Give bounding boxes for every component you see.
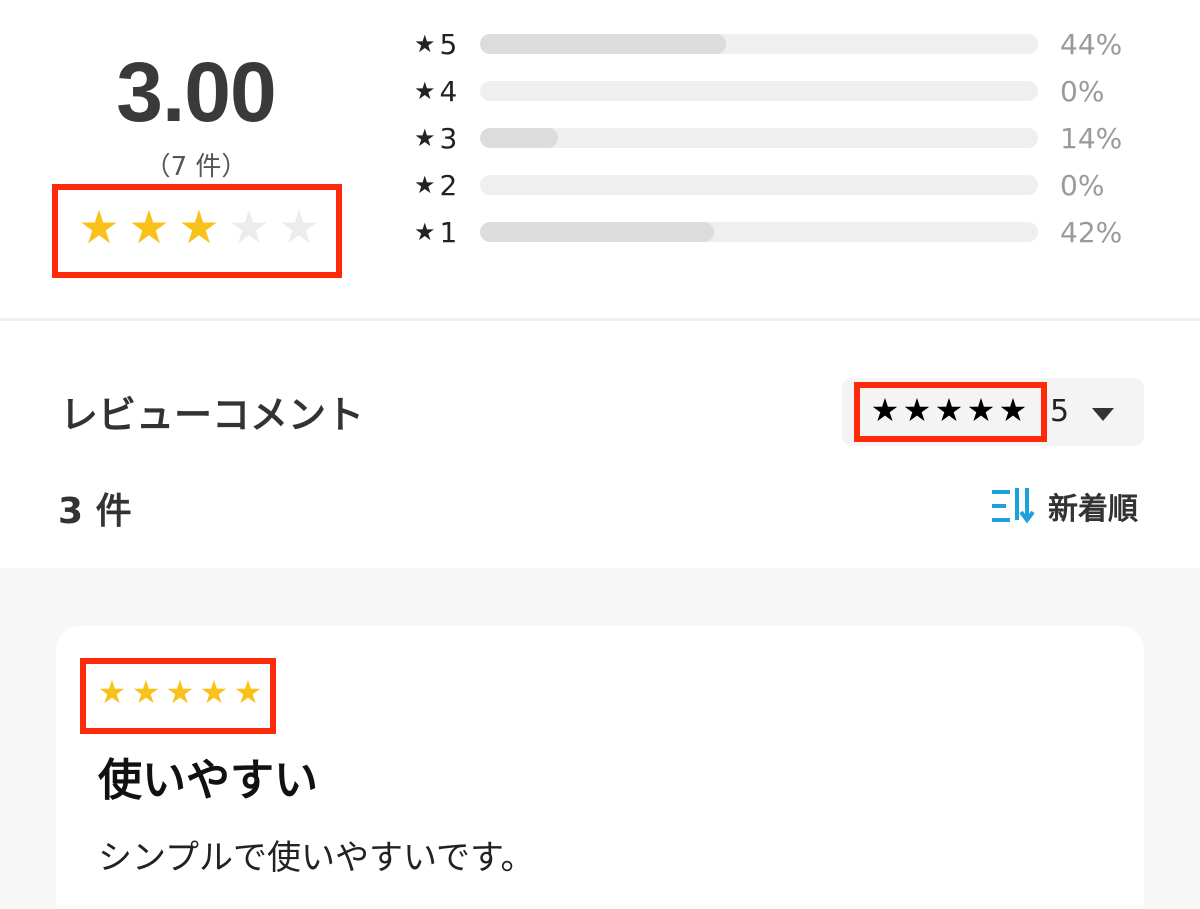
distribution-row: ★ 3 14%	[414, 118, 1154, 158]
distribution-row: ★ 4 0%	[414, 71, 1154, 111]
chevron-down-icon[interactable]	[1092, 408, 1114, 421]
star-icon: ★	[414, 30, 436, 58]
distribution-bar	[480, 222, 1038, 242]
review-body: シンプルで使いやすいです。	[98, 838, 535, 878]
reviews-heading: レビューコメント	[60, 393, 365, 437]
star-icon: ★	[165, 673, 195, 711]
distribution-star-number: 4	[439, 74, 458, 108]
star-icon: ★	[414, 77, 436, 105]
distribution-star-number: 3	[439, 121, 458, 155]
star-icon: ★	[870, 391, 900, 429]
distribution-bar-fill	[480, 222, 715, 242]
star-icon: ★	[228, 200, 270, 254]
distribution-label: ★ 5	[414, 28, 478, 61]
star-icon: ★	[199, 673, 229, 711]
average-rating: 3.00	[116, 45, 277, 139]
star-icon: ★	[414, 124, 436, 152]
distribution-bar	[480, 34, 1038, 54]
distribution-label: ★ 1	[414, 216, 478, 249]
filter-stars: ★ ★ ★ ★ ★	[870, 394, 1028, 426]
star-icon: ★	[998, 391, 1028, 429]
distribution-percent: 0%	[1060, 74, 1105, 108]
star-icon: ★	[414, 171, 436, 199]
star-icon: ★	[278, 200, 320, 254]
distribution-row: ★ 5 44%	[414, 24, 1154, 64]
average-star-rating: ★ ★ ★ ★ ★	[76, 204, 322, 250]
rating-count: （7 件）	[144, 152, 248, 182]
distribution-star-number: 2	[439, 168, 458, 202]
distribution-bar-fill	[480, 34, 726, 54]
distribution-percent: 0%	[1060, 168, 1105, 202]
distribution-row: ★ 1 42%	[414, 212, 1154, 252]
star-icon: ★	[178, 200, 220, 254]
distribution-percent: 14%	[1060, 121, 1123, 155]
distribution-row: ★ 2 0%	[414, 165, 1154, 205]
star-icon: ★	[233, 673, 263, 711]
distribution-bar	[480, 81, 1038, 101]
distribution-label: ★ 3	[414, 122, 478, 155]
review-star-rating: ★ ★ ★ ★ ★	[96, 676, 264, 708]
star-icon: ★	[902, 391, 932, 429]
star-icon: ★	[414, 218, 436, 246]
sort-label: 新着順	[1048, 492, 1138, 527]
distribution-label: ★ 4	[414, 75, 478, 108]
distribution-percent: 44%	[1060, 27, 1123, 61]
star-icon: ★	[131, 673, 161, 711]
distribution-bar-fill	[480, 128, 559, 148]
sort-button[interactable]: 新着順	[990, 484, 1138, 528]
filter-value: 5	[1050, 394, 1070, 429]
review-title: 使いやすい	[98, 755, 318, 806]
distribution-percent: 42%	[1060, 215, 1123, 249]
section-divider	[0, 318, 1200, 321]
sort-descending-icon	[990, 486, 1036, 526]
star-icon: ★	[966, 391, 996, 429]
distribution-bar	[480, 175, 1038, 195]
review-count: 3 件	[58, 491, 132, 532]
distribution-label: ★ 2	[414, 169, 478, 202]
star-icon: ★	[934, 391, 964, 429]
distribution-bar	[480, 128, 1038, 148]
rating-summary: 3.00 （7 件） ★ ★ ★ ★ ★ ★ 5 44% ★ 4 0% ★ 3 14% ★ 2 0% ★ 1 42%	[0, 0, 1200, 320]
distribution-star-number: 1	[439, 215, 458, 249]
star-icon: ★	[78, 200, 120, 254]
star-icon: ★	[128, 200, 170, 254]
distribution-star-number: 5	[439, 27, 458, 61]
star-icon: ★	[97, 673, 127, 711]
